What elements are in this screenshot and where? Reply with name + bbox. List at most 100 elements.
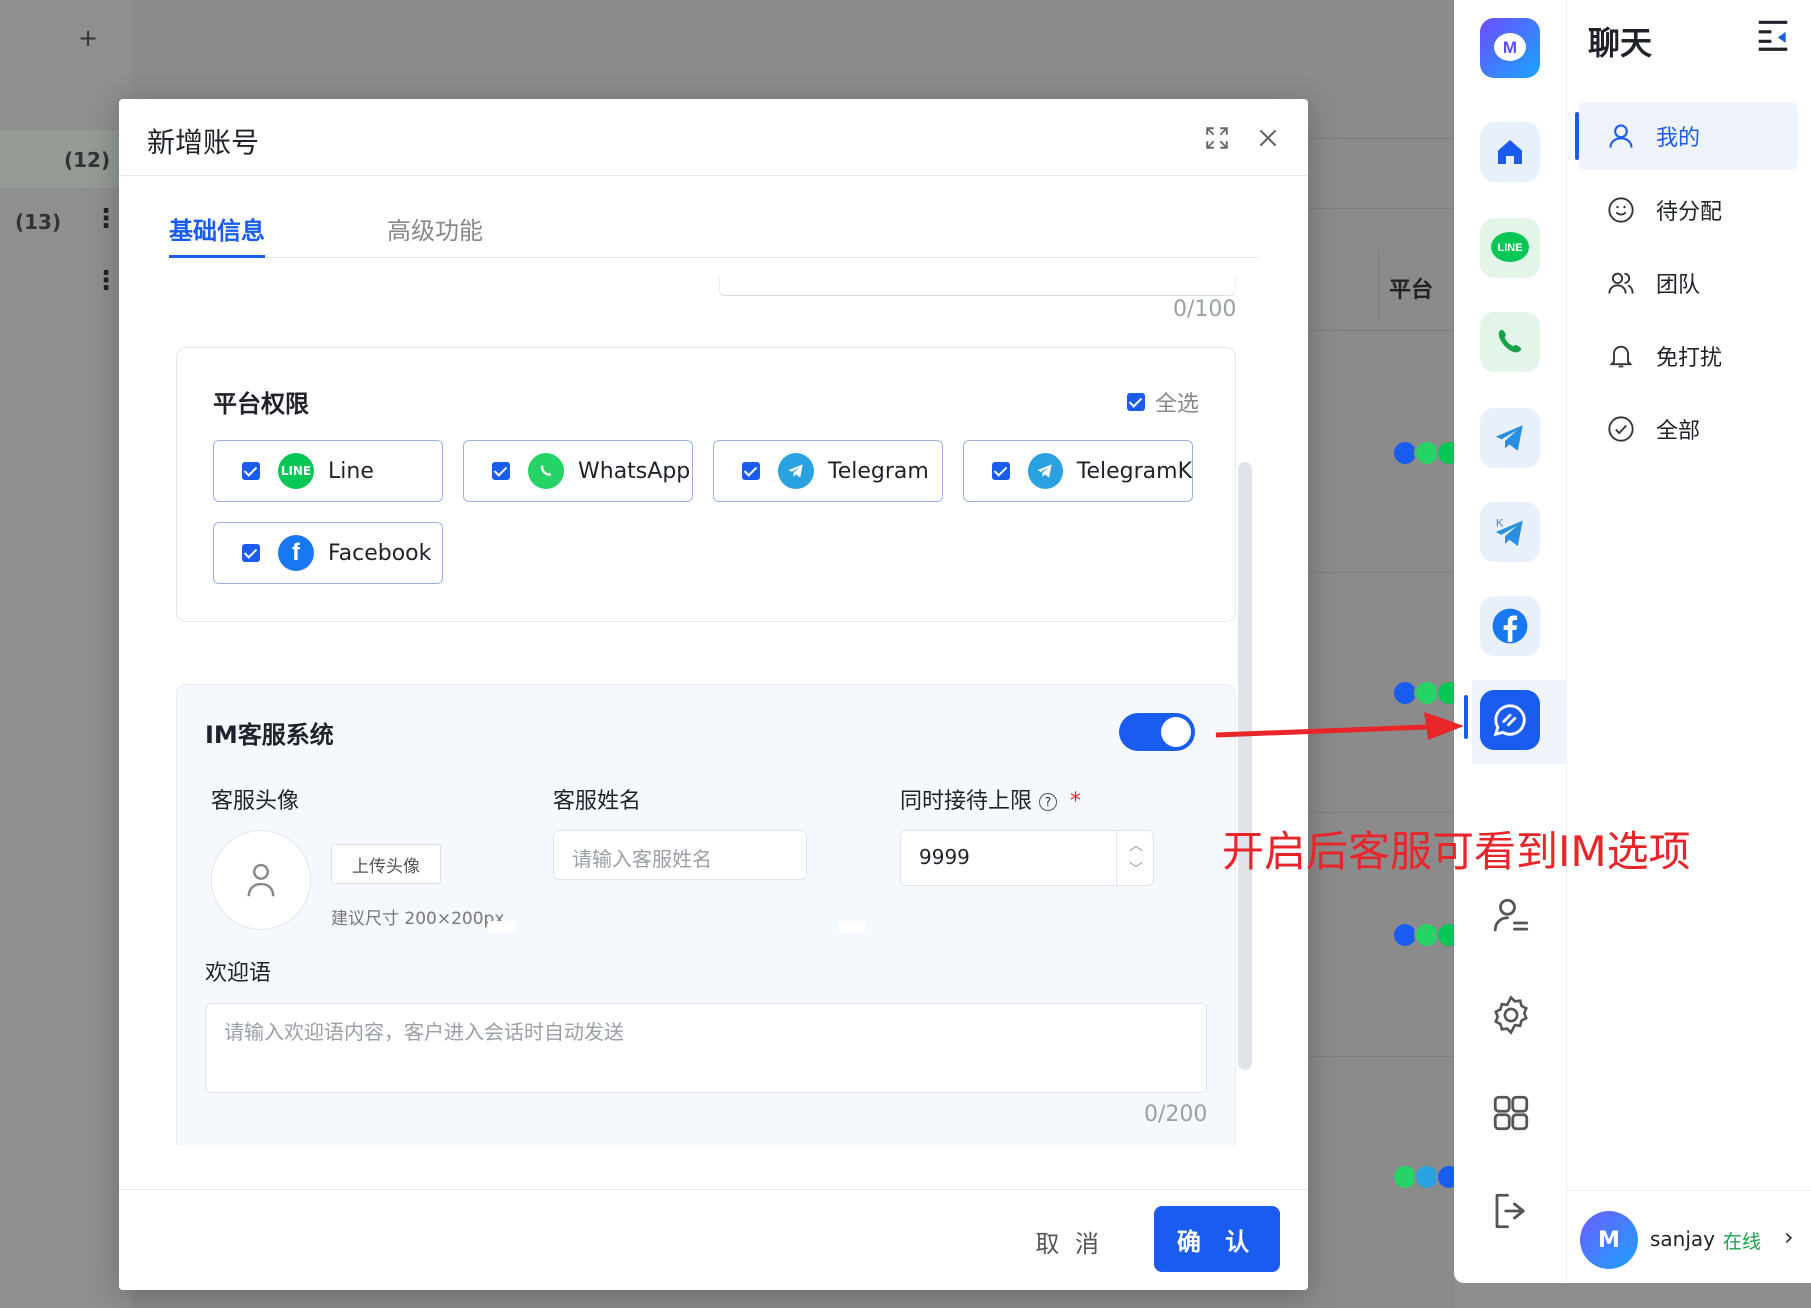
menu-item-team[interactable]: 团队 (1578, 249, 1798, 317)
checkbox-checked[interactable] (1126, 393, 1145, 411)
platform-column-header: 平台 (1378, 250, 1455, 320)
platform-option-facebook[interactable]: f Facebook (213, 522, 443, 584)
telegram-app-icon[interactable] (1480, 408, 1540, 468)
user-avatar: M (1580, 1211, 1638, 1269)
user-icon (1606, 121, 1636, 151)
platform-label: WhatsApp (578, 458, 691, 484)
add-icon[interactable]: + (78, 24, 98, 52)
menu-item-do-not-disturb[interactable]: 免打扰 (1578, 322, 1798, 390)
modal-title: 新增账号 (147, 126, 260, 159)
svg-text:M: M (1503, 38, 1517, 57)
agent-name-input[interactable]: 请输入客服姓名 (553, 830, 807, 880)
tab-basic-info[interactable]: 基础信息 (169, 211, 265, 258)
facebook-icon: f (278, 535, 314, 571)
help-icon[interactable]: ? (1039, 793, 1058, 811)
platform-option-line[interactable]: LINE Line (213, 440, 443, 502)
fullscreen-icon[interactable] (1204, 125, 1230, 151)
divider (1310, 572, 1454, 573)
count-badge: (12) (64, 148, 111, 172)
platform-option-whatsapp[interactable]: WhatsApp (463, 440, 693, 502)
settings-icon[interactable] (1490, 994, 1532, 1036)
previous-textarea-bottom[interactable] (719, 277, 1236, 296)
checkbox-checked[interactable] (242, 462, 260, 480)
menu-item-unassigned[interactable]: 待分配 (1578, 176, 1798, 244)
limit-label: 同时接待上限 ? * (900, 783, 1081, 815)
confirm-button[interactable]: 确 认 (1154, 1206, 1280, 1272)
im-system-toggle[interactable] (1119, 713, 1195, 751)
chevron-up-icon[interactable]: ︿ (1129, 835, 1143, 855)
svg-text:K: K (1496, 517, 1504, 529)
platform-option-telegramk[interactable]: TelegramK (963, 440, 1193, 502)
checkbox-checked[interactable] (742, 462, 760, 480)
menu-label: 免打扰 (1656, 346, 1723, 371)
background-left-column (0, 0, 132, 1308)
platform-label: Facebook (328, 540, 432, 566)
telegramk-app-icon[interactable]: K (1480, 502, 1540, 562)
add-account-modal: 新增账号 基础信息 高级功能 0/100 平台权限 全选 LINE Line W… (119, 99, 1308, 1290)
app-logo-icon[interactable]: M (1480, 18, 1540, 78)
concurrent-limit-input[interactable]: 9999 ︿ ﹀ (900, 830, 1154, 886)
telegram-icon (778, 453, 814, 489)
menu-item-mine[interactable]: 我的 (1575, 102, 1798, 170)
line-app-icon[interactable]: LINE (1480, 218, 1540, 278)
count-badge: (13) (15, 210, 62, 234)
select-all-label: 全选 (1154, 392, 1199, 417)
current-user[interactable]: M sanjay 在线 › (1566, 1190, 1811, 1284)
upload-hint: 建议尺寸 200×200px (331, 909, 505, 929)
chat-panel: 聊天 我的 待分配 团队 免打扰 全部 (1566, 0, 1811, 1283)
bell-icon (1606, 341, 1636, 371)
checkbox-checked[interactable] (492, 462, 510, 480)
im-chat-icon[interactable] (1480, 690, 1540, 750)
more-icon[interactable]: ⋮ (93, 268, 119, 294)
cancel-button[interactable]: 取 消 (1035, 1224, 1103, 1259)
platform-option-telegram[interactable]: Telegram (713, 440, 943, 502)
annotation-text: 开启后客服可看到IM选项 (1222, 827, 1691, 876)
platform-label: Telegram (828, 458, 929, 484)
collapse-menu-icon[interactable] (1754, 16, 1792, 54)
input-value: 9999 (919, 845, 970, 869)
section-title: IM客服系统 (205, 721, 334, 749)
logout-icon[interactable] (1490, 1190, 1532, 1232)
required-mark: * (1070, 789, 1082, 814)
upload-avatar-button[interactable]: 上传头像 (331, 844, 441, 884)
section-title: 平台权限 (213, 390, 309, 418)
check-circle-icon (1606, 414, 1636, 444)
checkbox-checked[interactable] (242, 544, 260, 562)
checkbox-checked[interactable] (992, 462, 1010, 480)
divider (1310, 208, 1454, 209)
name-label: 客服姓名 (553, 789, 642, 814)
home-icon[interactable] (1480, 122, 1540, 182)
char-counter: 0/100 (1173, 297, 1237, 322)
platform-permissions-card: 平台权限 全选 LINE Line WhatsApp Telegram Tele… (176, 347, 1236, 622)
app-icon-bar: M LINE K (1454, 0, 1567, 1283)
chevron-down-icon[interactable]: ﹀ (1129, 859, 1143, 879)
menu-label: 我的 (1656, 126, 1701, 151)
line-icon: LINE (278, 453, 314, 489)
modal-scrollbar[interactable] (1238, 462, 1252, 1070)
layout-gap (838, 921, 866, 931)
select-all-checkbox[interactable]: 全选 (1126, 386, 1199, 418)
column-header-label: 平台 (1389, 278, 1434, 303)
avatar-placeholder (211, 830, 311, 930)
limit-label-text: 同时接待上限 (900, 789, 1033, 814)
status-badge: 在线 (1723, 1231, 1762, 1253)
apps-grid-icon[interactable] (1490, 1092, 1532, 1134)
platform-label: TelegramK (1076, 458, 1192, 484)
welcome-message-textarea[interactable]: 请输入欢迎语内容，客户进入会话时自动发送 (205, 1003, 1207, 1093)
phone-icon[interactable] (1480, 312, 1540, 372)
layout-gap (488, 921, 516, 931)
close-icon[interactable] (1255, 125, 1281, 151)
smile-icon (1606, 195, 1636, 225)
facebook-app-icon[interactable] (1480, 596, 1540, 656)
svg-text:LINE: LINE (1497, 242, 1522, 254)
telegramk-icon (1027, 453, 1063, 489)
menu-label: 全部 (1656, 419, 1701, 444)
tab-advanced[interactable]: 高级功能 (387, 211, 483, 255)
chevron-right-icon[interactable]: › (1784, 1223, 1794, 1251)
team-icon (1606, 268, 1636, 298)
menu-item-all[interactable]: 全部 (1578, 395, 1798, 463)
contact-list-icon[interactable] (1490, 895, 1532, 937)
platform-icons-row (1392, 1164, 1462, 1190)
more-icon[interactable]: ⋮ (93, 206, 119, 232)
user-name: sanjay (1650, 1227, 1715, 1251)
